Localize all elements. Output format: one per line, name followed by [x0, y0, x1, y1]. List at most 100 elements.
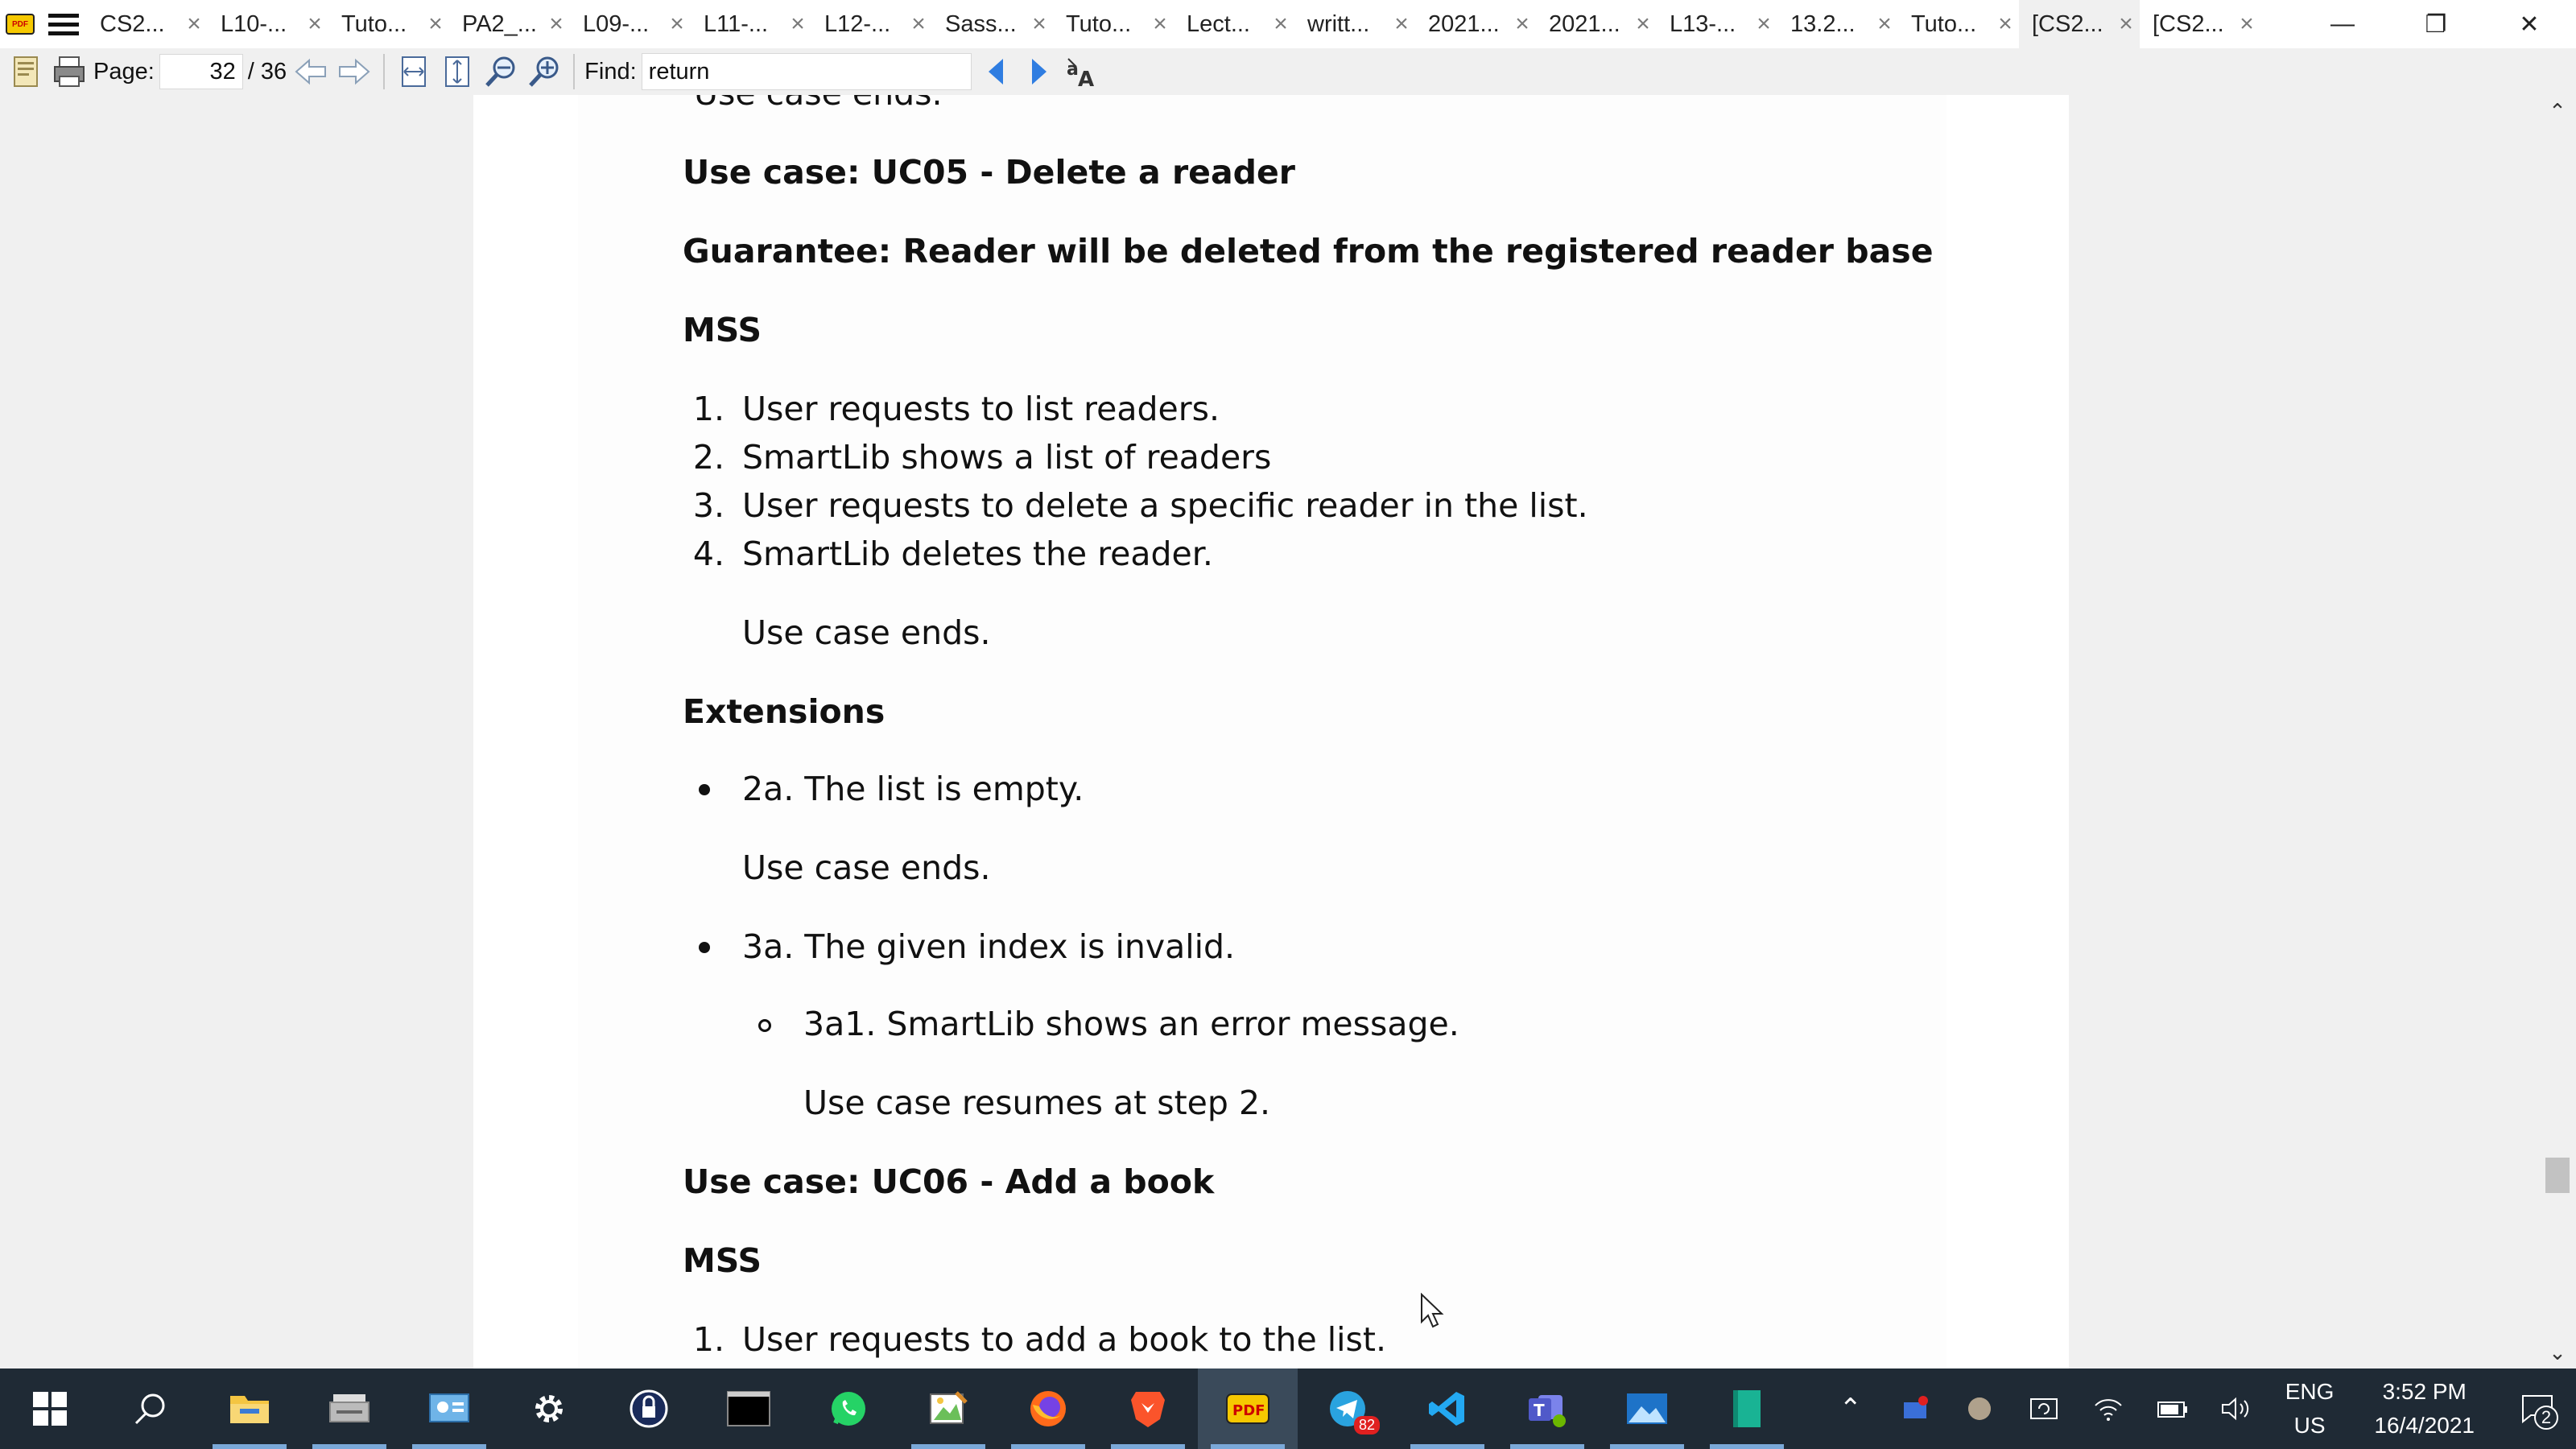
settings-icon[interactable]: [499, 1368, 599, 1449]
document-tab[interactable]: L13-... ×: [1657, 0, 1777, 48]
vertical-scrollbar[interactable]: ⌃ ⌄: [2539, 95, 2576, 1368]
tray-moon-icon[interactable]: [1947, 1368, 2012, 1449]
close-icon[interactable]: ×: [1146, 10, 1174, 38]
vscode-icon[interactable]: [1397, 1368, 1497, 1449]
tab-label: Tuto...: [341, 10, 407, 37]
find-previous-icon[interactable]: [976, 52, 1015, 91]
scroll-up-icon[interactable]: ⌃: [2539, 95, 2576, 127]
scrollbar-thumb[interactable]: [2545, 1158, 2570, 1193]
document-tab[interactable]: Lect... ×: [1174, 0, 1294, 48]
document-tab[interactable]: [CS2... ×: [2140, 0, 2260, 48]
match-case-icon[interactable]: aA: [1063, 52, 1102, 91]
pdf-reader-icon[interactable]: PDF: [1198, 1368, 1298, 1449]
svg-text:A: A: [1078, 68, 1094, 89]
pdf-page: Use case ends. Use case: UC05 - Delete a…: [473, 95, 2069, 1368]
photos-icon[interactable]: [1597, 1368, 1697, 1449]
show-hidden-icons-icon[interactable]: ⌃: [1818, 1368, 1883, 1449]
fit-page-icon[interactable]: [438, 52, 477, 91]
close-icon[interactable]: ×: [1992, 10, 2019, 38]
document-tab[interactable]: PA2_... ×: [449, 0, 570, 48]
document-tab[interactable]: 2021... ×: [1536, 0, 1657, 48]
close-icon[interactable]: ×: [301, 10, 328, 38]
hamburger-menu-icon[interactable]: [40, 0, 87, 48]
clock[interactable]: 3:52 PM 16/4/2021: [2350, 1375, 2499, 1443]
print-icon[interactable]: [50, 52, 89, 91]
document-tab-active[interactable]: [CS2... ×: [2019, 0, 2140, 48]
fit-width-icon[interactable]: [394, 52, 433, 91]
restore-icon[interactable]: ❐: [2389, 0, 2483, 48]
zoom-out-icon[interactable]: [481, 52, 520, 91]
sync-icon[interactable]: [2012, 1368, 2076, 1449]
close-icon[interactable]: ×: [663, 10, 691, 38]
vpn-icon[interactable]: [599, 1368, 699, 1449]
close-icon[interactable]: ×: [905, 10, 932, 38]
close-icon[interactable]: ×: [1267, 10, 1294, 38]
use-case-end-text: Use case ends.: [742, 613, 991, 652]
wifi-icon[interactable]: [2076, 1368, 2140, 1449]
whatsapp-icon[interactable]: [799, 1368, 898, 1449]
search-icon[interactable]: [100, 1368, 200, 1449]
mss-heading: MSS: [683, 1241, 762, 1280]
minimize-icon[interactable]: —: [2296, 0, 2389, 48]
use-case-heading: Use case: UC06 - Add a book: [683, 1162, 1215, 1201]
scanner-icon[interactable]: [299, 1368, 399, 1449]
volume-icon[interactable]: [2205, 1368, 2269, 1449]
list-item: User requests to add a book to the list.: [742, 1320, 1387, 1359]
scroll-down-icon[interactable]: ⌄: [2539, 1336, 2576, 1368]
battery-icon[interactable]: [2140, 1368, 2205, 1449]
close-icon[interactable]: ×: [2233, 10, 2260, 38]
tray-app-icon[interactable]: [1883, 1368, 1947, 1449]
close-icon[interactable]: ×: [1629, 10, 1657, 38]
file-explorer-icon[interactable]: [200, 1368, 299, 1449]
toolbar-separator: [383, 54, 386, 89]
close-icon[interactable]: ×: [1871, 10, 1898, 38]
mouse-cursor-icon: [1421, 1293, 1444, 1328]
open-file-icon[interactable]: [6, 52, 45, 91]
notification-center-icon[interactable]: 2: [2499, 1368, 2576, 1449]
tab-label: Tuto...: [1911, 10, 1977, 37]
paint-icon[interactable]: [898, 1368, 998, 1449]
document-tab[interactable]: Tuto... ×: [1898, 0, 2019, 48]
document-tab[interactable]: Tuto... ×: [328, 0, 449, 48]
close-icon[interactable]: ×: [543, 10, 570, 38]
document-tab[interactable]: writt... ×: [1294, 0, 1415, 48]
document-tab[interactable]: Sass... ×: [932, 0, 1053, 48]
find-next-icon[interactable]: [1020, 52, 1059, 91]
close-icon[interactable]: ×: [422, 10, 449, 38]
tab-label: L10-...: [221, 10, 287, 37]
app-logo[interactable]: PDF: [0, 0, 40, 48]
document-tab[interactable]: L10-... ×: [208, 0, 328, 48]
terminal-icon[interactable]: [699, 1368, 799, 1449]
control-panel-icon[interactable]: [399, 1368, 499, 1449]
document-tab[interactable]: L12-... ×: [811, 0, 932, 48]
document-tab[interactable]: 2021... ×: [1415, 0, 1536, 48]
close-icon[interactable]: ×: [1388, 10, 1415, 38]
document-tab[interactable]: Tuto... ×: [1053, 0, 1174, 48]
page-content: Use case ends. Use case: UC05 - Delete a…: [578, 95, 1946, 1368]
list-item: SmartLib deletes the reader.: [742, 535, 1213, 573]
close-icon[interactable]: ×: [2112, 10, 2140, 38]
document-tab[interactable]: CS2... ×: [87, 0, 208, 48]
document-tab[interactable]: L11-... ×: [691, 0, 811, 48]
close-icon[interactable]: ×: [1509, 10, 1536, 38]
zoom-in-icon[interactable]: [525, 52, 564, 91]
start-icon[interactable]: [0, 1368, 100, 1449]
telegram-icon[interactable]: 82: [1298, 1368, 1397, 1449]
next-page-icon[interactable]: [335, 52, 374, 91]
close-icon[interactable]: ×: [180, 10, 208, 38]
language-indicator[interactable]: ENG US: [2269, 1375, 2351, 1443]
book-icon[interactable]: [1697, 1368, 1797, 1449]
close-icon[interactable]: ×: [1026, 10, 1053, 38]
document-tab[interactable]: L09-... ×: [570, 0, 691, 48]
close-icon[interactable]: ×: [784, 10, 811, 38]
brave-icon[interactable]: [1098, 1368, 1198, 1449]
firefox-icon[interactable]: [998, 1368, 1098, 1449]
teams-icon[interactable]: T: [1497, 1368, 1597, 1449]
close-window-icon[interactable]: ✕: [2483, 0, 2576, 48]
find-input[interactable]: [641, 53, 972, 90]
close-icon[interactable]: ×: [1750, 10, 1777, 38]
document-tab[interactable]: 13.2... ×: [1777, 0, 1898, 48]
page-number-input[interactable]: [159, 54, 243, 89]
document-viewport[interactable]: Use case ends. Use case: UC05 - Delete a…: [0, 95, 2576, 1368]
previous-page-icon[interactable]: [291, 52, 330, 91]
